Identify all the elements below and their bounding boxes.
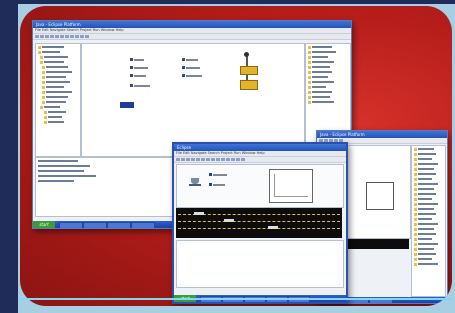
toolbar[interactable] <box>174 157 346 163</box>
console-view[interactable] <box>176 208 342 238</box>
selected-node[interactable] <box>120 102 134 108</box>
diagram-node[interactable] <box>130 58 144 61</box>
window-title: Java - Eclipse Platform <box>317 131 447 138</box>
top-border <box>0 0 455 4</box>
start-node-icon <box>244 52 249 57</box>
diagram-node[interactable] <box>182 74 202 77</box>
diagram-editor[interactable] <box>176 164 344 208</box>
cyan-accent-line <box>20 298 452 300</box>
diagram-node[interactable] <box>209 183 225 186</box>
coffee-cup-icon <box>189 175 201 186</box>
console-marker <box>194 212 204 215</box>
diagram-node[interactable] <box>182 66 200 69</box>
diagram-node[interactable] <box>130 74 146 77</box>
palette-view[interactable] <box>411 145 446 297</box>
window-title: Eclipse <box>174 144 346 151</box>
diagram-node[interactable] <box>130 84 150 87</box>
console-marker <box>224 219 234 222</box>
red-background-panel: Java - Eclipse Platform File Edit Naviga… <box>20 6 452 306</box>
diagram-shape <box>366 182 394 210</box>
taskbar-button[interactable] <box>59 222 83 228</box>
left-border <box>0 0 18 313</box>
window-title: Java - Eclipse Platform <box>33 21 351 28</box>
start-button[interactable]: start <box>33 221 55 228</box>
chart-box <box>269 169 313 203</box>
taskbar-button[interactable] <box>83 222 107 228</box>
problems-view[interactable] <box>176 240 344 288</box>
package-explorer[interactable] <box>35 43 81 157</box>
eclipse-window-front[interactable]: Eclipse File Edit Navigate Search Projec… <box>172 142 348 304</box>
diagram-editor[interactable] <box>81 43 305 157</box>
diagram-node[interactable] <box>209 173 227 176</box>
diagram-node[interactable] <box>130 66 148 69</box>
state-box[interactable] <box>240 80 258 90</box>
console-marker <box>268 226 278 229</box>
taskbar-button[interactable] <box>131 222 155 228</box>
toolbar[interactable] <box>33 34 351 40</box>
taskbar-button[interactable] <box>107 222 131 228</box>
diagram-node[interactable] <box>182 58 198 61</box>
state-box[interactable] <box>240 66 258 75</box>
